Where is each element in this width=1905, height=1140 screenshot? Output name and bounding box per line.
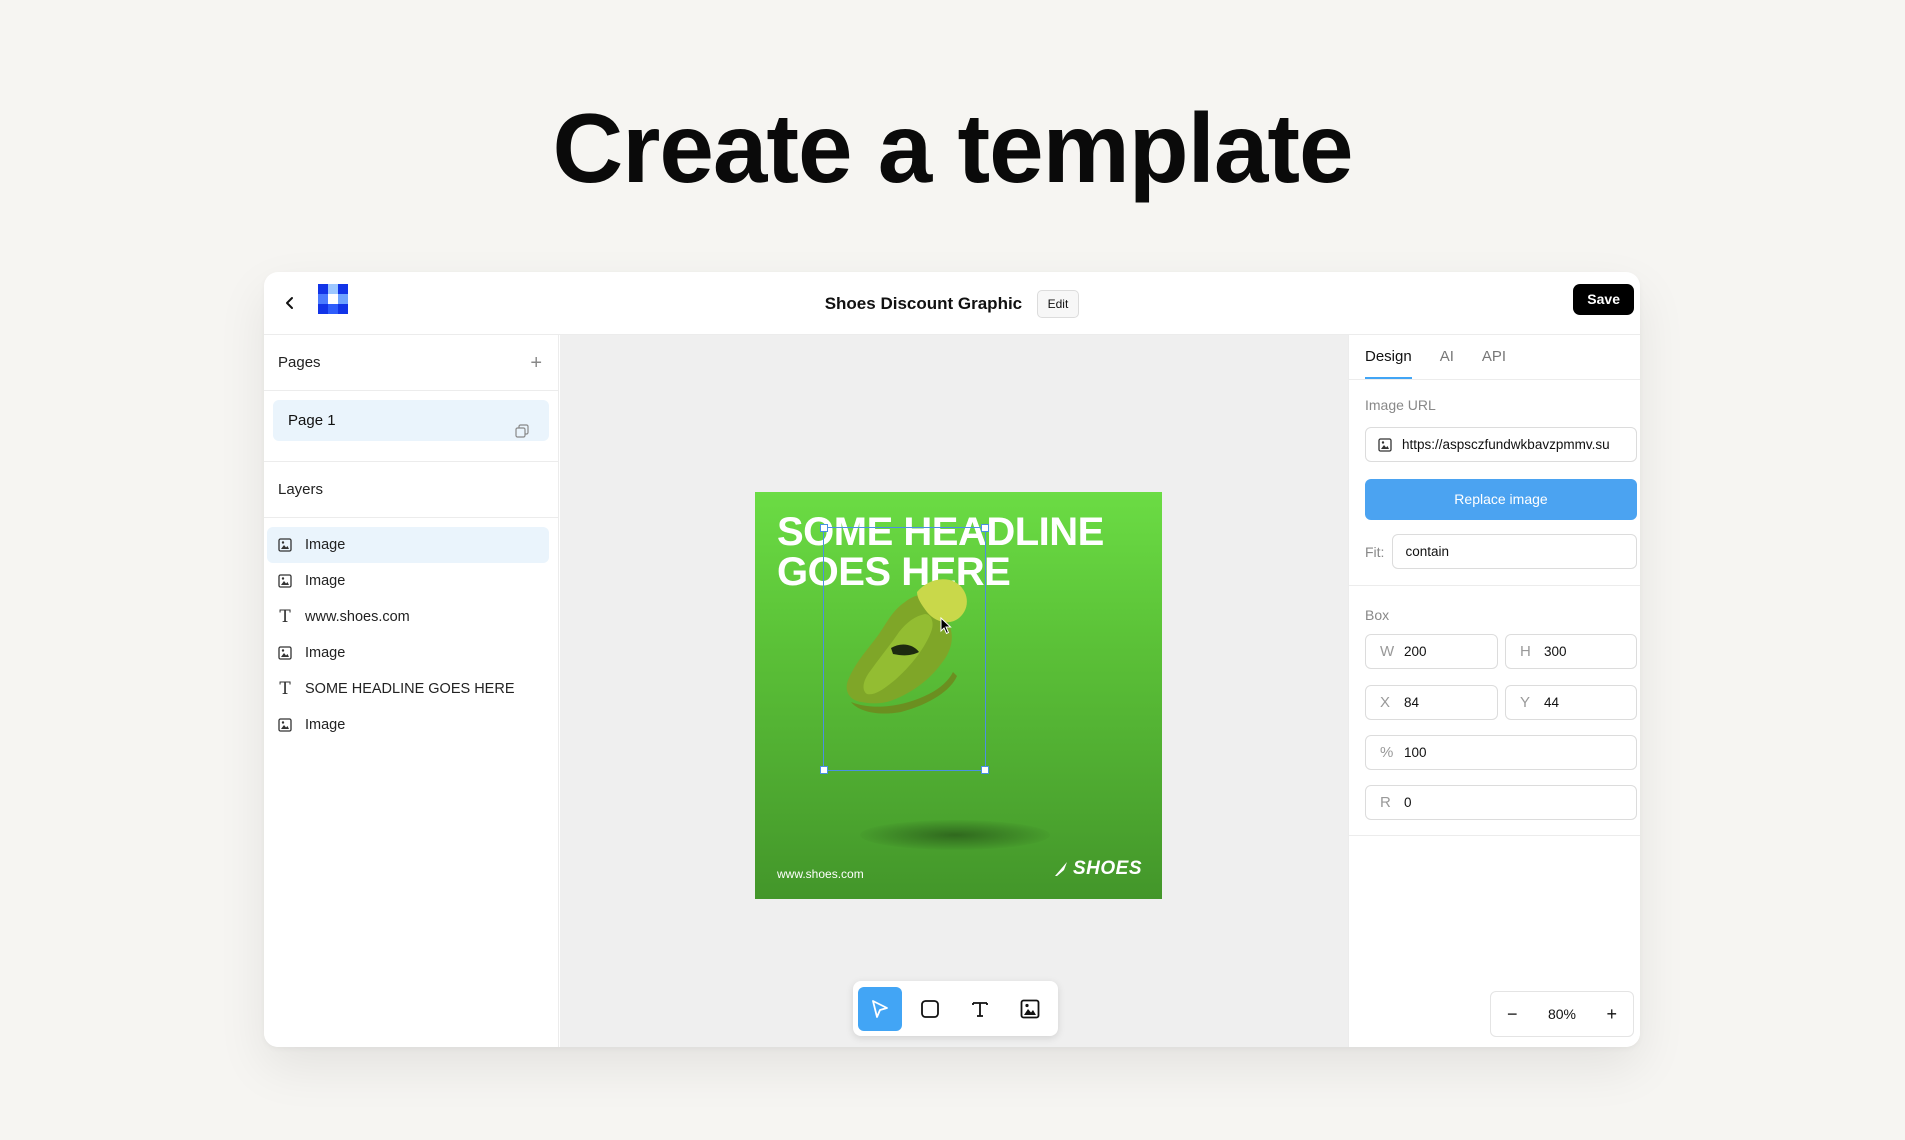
zoom-control: − 80% + <box>1490 991 1634 1037</box>
tab-design[interactable]: Design <box>1365 335 1412 379</box>
zoom-in-button[interactable]: + <box>1606 1004 1617 1025</box>
layer-label: SOME HEADLINE GOES HERE <box>305 681 515 697</box>
width-value: 200 <box>1404 644 1427 659</box>
replace-image-button[interactable]: Replace image <box>1365 479 1637 520</box>
left-panel: Pages + Page 1 Layers Image Image T www.… <box>264 335 559 1047</box>
x-key: X <box>1380 694 1391 711</box>
text-icon <box>972 1001 988 1017</box>
resize-handle[interactable] <box>820 766 828 774</box>
artboard-website-text[interactable]: www.shoes.com <box>777 867 864 881</box>
layer-label: Image <box>305 537 346 553</box>
pages-title: Pages <box>278 354 321 371</box>
panel-tabs: Design AI API <box>1349 335 1640 380</box>
layer-item[interactable]: T SOME HEADLINE GOES HERE <box>267 671 549 707</box>
image-url-label: Image URL <box>1365 397 1436 413</box>
opacity-value: 100 <box>1404 745 1427 760</box>
image-icon <box>277 573 293 589</box>
layers-header: Layers <box>264 462 558 518</box>
height-key: H <box>1520 643 1531 660</box>
resize-handle[interactable] <box>981 766 989 774</box>
layer-item[interactable]: T www.shoes.com <box>267 599 549 635</box>
layer-list: Image Image T www.shoes.com Image T SOME… <box>264 518 558 743</box>
width-field[interactable]: W 200 <box>1365 634 1498 669</box>
image-icon <box>277 717 293 733</box>
y-value: 44 <box>1544 695 1560 710</box>
radius-key: R <box>1380 794 1391 811</box>
layer-label: www.shoes.com <box>305 609 410 625</box>
edit-title-button[interactable]: Edit <box>1036 290 1080 318</box>
fit-row: Fit: contain <box>1365 534 1638 569</box>
text-tool-button[interactable] <box>958 987 1002 1031</box>
shoe-shadow-image[interactable] <box>860 820 1050 850</box>
box-label: Box <box>1365 607 1390 623</box>
image-icon <box>1378 437 1392 452</box>
height-field[interactable]: H 300 <box>1505 634 1637 669</box>
page-label: Page 1 <box>288 412 336 429</box>
zoom-level: 80% <box>1547 1006 1577 1022</box>
add-page-button[interactable]: + <box>530 335 542 391</box>
canvas-area[interactable]: SOME HEADLINE GOES HERE www.shoes.com SH… <box>560 335 1348 1047</box>
layer-item[interactable]: Image <box>267 527 549 563</box>
radius-field[interactable]: R 0 <box>1365 785 1637 820</box>
width-key: W <box>1380 643 1395 660</box>
bottom-toolbar <box>853 981 1058 1036</box>
pages-header: Pages + <box>264 335 558 391</box>
text-icon: T <box>279 607 291 627</box>
resize-handle[interactable] <box>981 524 989 532</box>
layer-item[interactable]: Image <box>267 707 549 743</box>
brand-name: SHOES <box>1072 858 1142 879</box>
image-icon <box>1020 999 1040 1018</box>
tab-api[interactable]: API <box>1482 335 1506 379</box>
x-field[interactable]: X 84 <box>1365 685 1498 720</box>
opacity-key: % <box>1380 744 1394 761</box>
layer-label: Image <box>305 645 346 661</box>
fit-select[interactable]: contain <box>1392 534 1638 569</box>
duplicate-page-icon[interactable] <box>515 413 529 438</box>
y-field[interactable]: Y 44 <box>1505 685 1637 720</box>
image-url-value: https://aspsczfundwkbavzpmmv.su <box>1402 437 1610 452</box>
layer-label: Image <box>305 717 346 733</box>
rectangle-tool-button[interactable] <box>908 987 952 1031</box>
x-value: 84 <box>1404 695 1420 710</box>
zoom-out-button[interactable]: − <box>1507 1004 1518 1025</box>
text-icon: T <box>279 679 291 699</box>
fit-label: Fit: <box>1365 543 1385 560</box>
pointer-icon <box>872 999 888 1018</box>
page-item[interactable]: Page 1 <box>273 400 549 441</box>
image-url-field[interactable]: https://aspsczfundwkbavzpmmv.su <box>1365 427 1637 462</box>
opacity-field[interactable]: % 100 <box>1365 735 1637 770</box>
y-key: Y <box>1520 694 1531 711</box>
artboard-brand-logo[interactable]: SHOES <box>1053 858 1142 880</box>
layer-item[interactable]: Image <box>267 563 549 599</box>
select-tool-button[interactable] <box>858 986 902 1031</box>
editor-window: Shoes Discount Graphic Edit Save Pages +… <box>264 272 1640 1047</box>
tab-ai[interactable]: AI <box>1440 335 1454 379</box>
image-tool-button[interactable] <box>1008 987 1052 1031</box>
resize-handle[interactable] <box>820 524 828 532</box>
artboard[interactable]: SOME HEADLINE GOES HERE www.shoes.com SH… <box>755 492 1162 899</box>
selection-box[interactable] <box>820 524 989 774</box>
height-value: 300 <box>1544 644 1567 659</box>
document-title: Shoes Discount Graphic <box>824 294 1023 313</box>
layer-label: Image <box>305 573 346 589</box>
divider <box>1349 835 1640 836</box>
radius-value: 0 <box>1404 795 1412 810</box>
save-button[interactable]: Save <box>1573 284 1634 315</box>
mouse-cursor-icon <box>940 617 952 635</box>
divider <box>1349 585 1640 586</box>
top-bar: Shoes Discount Graphic Edit Save <box>264 272 1640 335</box>
rectangle-icon <box>921 999 939 1018</box>
layers-title: Layers <box>278 481 324 498</box>
image-icon <box>277 537 293 553</box>
right-panel: Design AI API Image URL https://aspsczfu… <box>1348 335 1640 1047</box>
layer-item[interactable]: Image <box>267 635 549 671</box>
image-icon <box>277 645 293 661</box>
brand-swoosh-icon <box>1054 862 1067 876</box>
hero-title: Create a template <box>552 93 1353 203</box>
